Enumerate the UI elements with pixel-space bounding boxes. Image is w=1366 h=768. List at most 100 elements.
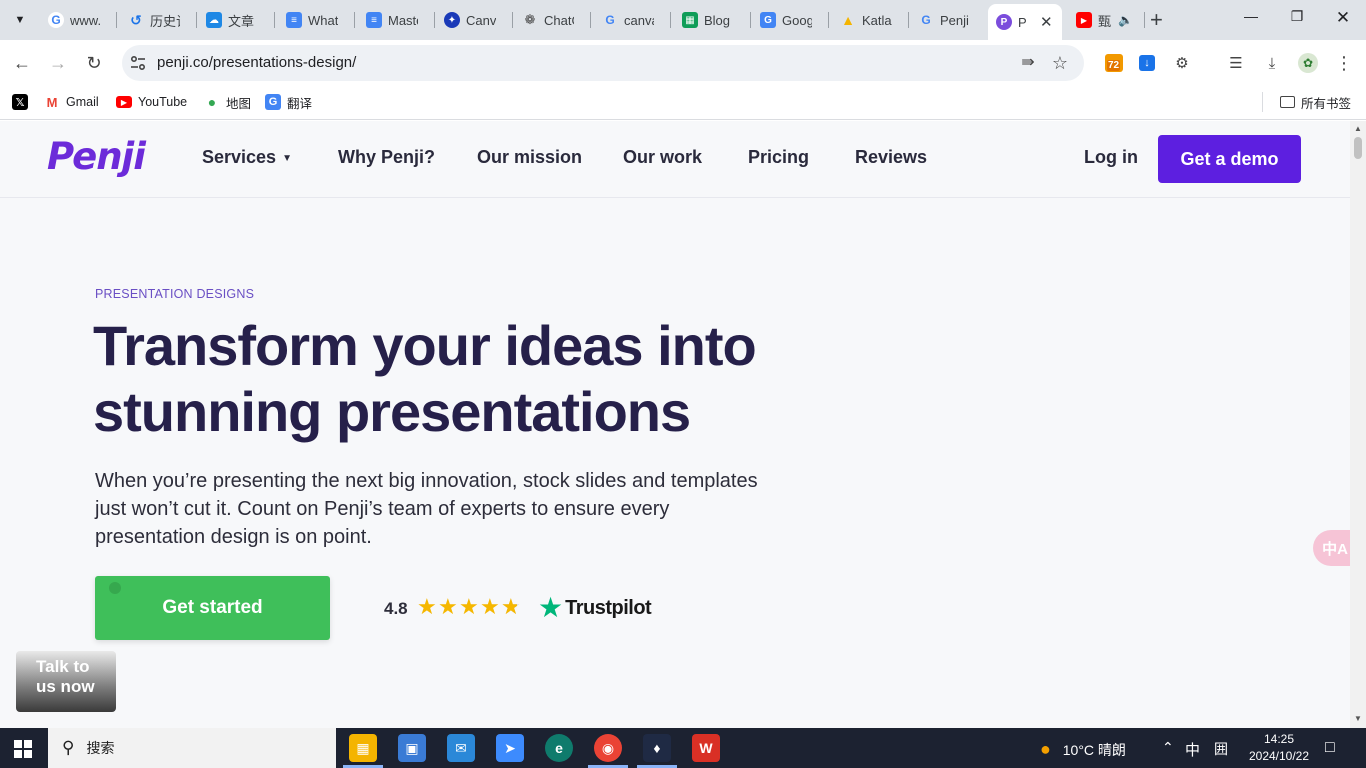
bookmark-star-icon[interactable]: ☆ xyxy=(1050,53,1070,73)
star-icon: ★ xyxy=(417,594,437,619)
site-header: Penji Services ▼ Why Penji? Our mission O… xyxy=(0,121,1350,198)
speaker-icon[interactable]: 🔈 xyxy=(1118,13,1133,27)
minimize-button[interactable]: — xyxy=(1228,8,1274,24)
tab-7[interactable]: ❁ ChatG xyxy=(514,6,590,34)
bookmark-translate[interactable]: G 翻译 xyxy=(265,92,312,112)
canva-icon: ✦ xyxy=(444,12,460,28)
docs-icon: ≡ xyxy=(366,12,382,28)
all-bookmarks[interactable]: 所有书签 xyxy=(1280,92,1351,112)
get-demo-button[interactable]: Get a demo xyxy=(1158,135,1301,183)
scroll-thumb[interactable] xyxy=(1354,137,1362,159)
penji-logo[interactable]: Penji xyxy=(47,135,146,178)
feishu-icon[interactable]: ➤ xyxy=(496,734,524,762)
close-tab-icon[interactable]: ✕ xyxy=(1040,13,1053,31)
sun-icon: ● xyxy=(1040,739,1051,759)
bookmark-x[interactable]: 𝕏 xyxy=(12,92,34,112)
chatgpt-icon: ❁ xyxy=(524,12,536,27)
google-icon: G xyxy=(605,13,615,27)
trustpilot-logo[interactable]: ★ Trustpilot xyxy=(538,592,652,623)
tab-10[interactable]: G Goog xyxy=(752,6,828,34)
rating-value: 4.8 xyxy=(384,599,408,618)
nav-our-mission[interactable]: Our mission xyxy=(477,147,582,168)
url-text[interactable]: penji.co/presentations-design/ xyxy=(157,54,356,71)
store-icon[interactable]: ▣ xyxy=(398,734,426,762)
media-control-icon[interactable]: ☰ xyxy=(1226,53,1246,73)
translate-fab-button[interactable]: 中A xyxy=(1313,530,1350,566)
search-icon: ⚲ xyxy=(62,738,75,757)
maps-icon: ● xyxy=(207,94,217,110)
docs-icon: ≡ xyxy=(286,12,302,28)
get-started-button[interactable]: Get started xyxy=(95,576,330,640)
tab-14[interactable]: ▶ 甄 🔈 xyxy=(1068,6,1142,34)
taskbar-search[interactable]: ⚲ 搜索 xyxy=(48,728,336,768)
tab-8[interactable]: G canva xyxy=(594,6,670,34)
nav-our-work[interactable]: Our work xyxy=(623,147,702,168)
x-icon: 𝕏 xyxy=(12,94,28,110)
extension-badge-icon[interactable]: 72 xyxy=(1104,53,1124,73)
back-button[interactable]: ← xyxy=(10,51,34,75)
taskbar-clock[interactable]: 14:25 2024/10/22 xyxy=(1242,731,1316,765)
login-link[interactable]: Log in xyxy=(1084,147,1138,168)
penji-icon: P xyxy=(996,14,1012,30)
trustpilot-star-icon: ★ xyxy=(538,592,564,623)
bookmark-youtube[interactable]: ▶ YouTube xyxy=(116,92,187,112)
app-cat-icon[interactable]: ♦ xyxy=(643,734,671,762)
notification-icon[interactable]: □ xyxy=(1325,739,1335,757)
tab-6[interactable]: ✦ Canva xyxy=(436,6,512,34)
tab-3[interactable]: ☁ 文章 xyxy=(198,6,274,34)
tab-active-penji[interactable]: P P ✕ xyxy=(988,4,1062,40)
scroll-down-icon[interactable]: ▼ xyxy=(1354,714,1362,723)
star-icon: ★ xyxy=(480,594,500,619)
reload-button[interactable]: ↻ xyxy=(82,51,106,75)
site-settings-icon[interactable] xyxy=(128,53,148,73)
menu-kebab-icon[interactable]: ⋮ xyxy=(1334,53,1354,73)
tab-11[interactable]: ▲ Katla xyxy=(832,6,908,34)
tab-9[interactable]: ▦ Blog xyxy=(674,6,750,34)
edge-icon[interactable]: e xyxy=(545,734,573,762)
tab-strip: ▼ G www. ↺ 历史记 ☁ 文章 ≡ What ≡ Maste ✦ Can… xyxy=(0,0,1366,40)
tray-expand-icon[interactable]: ⌃ xyxy=(1162,739,1174,756)
file-explorer-icon[interactable]: ▦ xyxy=(349,734,377,762)
restore-button[interactable]: ❐ xyxy=(1274,8,1320,25)
bookmark-gmail[interactable]: M Gmail xyxy=(44,92,99,112)
star-half-icon: ★ ★ xyxy=(501,594,521,619)
youtube-icon: ▶ xyxy=(1076,12,1092,28)
arrow-left-icon: ← xyxy=(13,52,31,73)
download-extension-icon[interactable]: ↓ xyxy=(1137,53,1157,73)
new-tab-button[interactable]: + xyxy=(1150,8,1163,32)
downloads-icon[interactable]: ⤓ xyxy=(1262,53,1282,73)
google-icon: G xyxy=(921,13,931,27)
tab-12[interactable]: G Penji xyxy=(910,6,986,34)
chrome-icon[interactable]: ◉ xyxy=(594,734,622,762)
ime-mode-icon[interactable]: 囲 xyxy=(1214,739,1228,759)
address-bar[interactable]: penji.co/presentations-design/ ⇛ ☆ xyxy=(122,45,1084,81)
start-button[interactable] xyxy=(14,740,32,758)
nav-pricing[interactable]: Pricing xyxy=(748,147,809,168)
wps-icon[interactable]: W xyxy=(692,734,720,762)
caret-down-icon: ▼ xyxy=(282,152,292,164)
nav-why-penji[interactable]: Why Penji? xyxy=(338,147,435,168)
close-window-button[interactable]: ✕ xyxy=(1320,8,1366,28)
nav-services[interactable]: Services ▼ xyxy=(202,147,292,168)
bookmark-maps[interactable]: ● 地图 xyxy=(204,92,251,112)
ime-indicator[interactable]: 中 xyxy=(1185,739,1200,760)
scroll-up-icon[interactable]: ▲ xyxy=(1354,124,1362,133)
katla-icon: ▲ xyxy=(841,12,855,28)
history-icon: ↺ xyxy=(130,11,142,28)
cta-dot xyxy=(109,582,121,594)
tab-4[interactable]: ≡ What xyxy=(278,6,354,34)
hero-lead: When you’re presenting the next big inno… xyxy=(95,470,758,548)
tab-search-button[interactable]: ▼ xyxy=(8,8,32,32)
weather-widget[interactable]: ● 10°C 晴朗 xyxy=(1040,739,1126,760)
tab-2[interactable]: ↺ 历史记 xyxy=(120,6,196,34)
profile-avatar[interactable]: ✿ xyxy=(1298,53,1318,73)
extensions-puzzle-icon[interactable]: ⚙ xyxy=(1172,53,1192,73)
nav-reviews[interactable]: Reviews xyxy=(855,147,927,168)
tab-5[interactable]: ≡ Maste xyxy=(358,6,434,34)
translate-page-icon[interactable]: ⇛ xyxy=(1018,53,1038,73)
page-scrollbar[interactable]: ▲ ▼ xyxy=(1350,121,1366,728)
talk-to-us-button[interactable]: Talk to us now xyxy=(16,651,116,712)
mail-icon[interactable]: ✉ xyxy=(447,734,475,762)
tab-1[interactable]: G www. xyxy=(40,6,116,34)
forward-button[interactable]: → xyxy=(46,51,70,75)
